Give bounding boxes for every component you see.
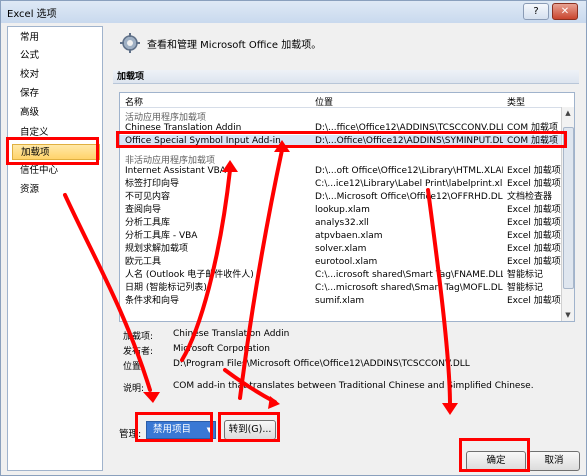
details-publisher-value: Microsoft Corporation: [173, 344, 270, 354]
sidebar-item-trust-center[interactable]: 信任中心: [12, 163, 100, 179]
scroll-up-icon[interactable]: ▲: [562, 107, 574, 119]
table-row[interactable]: 标签打印向导 C:\...ice12\Library\Label Print\l…: [120, 178, 562, 190]
row-location: solver.xlam: [315, 244, 367, 254]
details-location-value: D:\Program Files\Microsoft Office\Office…: [173, 359, 470, 369]
row-location: C:\...icrosoft shared\Smart Tag\FNAME.DL…: [315, 270, 503, 280]
row-name: 规划求解加载项: [125, 244, 189, 254]
title-bar: Excel 选项 ? ✕: [1, 1, 586, 23]
annotation-box-ok: [459, 438, 530, 472]
table-row[interactable]: Internet Assistant VBA D:\...oft Office\…: [120, 165, 562, 177]
table-row[interactable]: 查阅向导 lookup.xlam Excel 加载项: [120, 204, 562, 216]
row-location: D:\...oft Office\Office12\Library\HTML.X…: [315, 166, 503, 176]
addins-gear-icon: [120, 33, 140, 53]
details-location-label: 位置:: [123, 362, 145, 372]
row-type: 智能标记: [507, 283, 544, 293]
row-type: Excel 加载项: [507, 296, 561, 306]
table-row[interactable]: 规划求解加载项 solver.xlam Excel 加载项: [120, 243, 562, 255]
table-row[interactable]: 条件求和向导 sumif.xlam Excel 加载项: [120, 295, 562, 307]
main-panel: 查看和管理 Microsoft Office 加载项。 加载项 名称 位置 类型…: [109, 26, 583, 471]
row-name: 不可见内容: [125, 192, 171, 202]
row-type: Excel 加载项: [507, 244, 561, 254]
scroll-down-icon[interactable]: ▼: [562, 309, 574, 321]
row-type: 文档检查器: [507, 192, 553, 202]
page-header-text: 查看和管理 Microsoft Office 加载项。: [147, 40, 322, 51]
column-header-location[interactable]: 位置: [315, 95, 333, 108]
row-type: Excel 加载项: [507, 231, 561, 241]
annotation-box-row: [116, 131, 567, 148]
details-description-label: 说明:: [123, 384, 145, 394]
annotation-box-manage: [135, 412, 213, 442]
table-header: 名称 位置 类型: [120, 93, 574, 108]
row-location: C:\...ice12\Library\Label Print\labelpri…: [315, 179, 503, 189]
row-location: analys32.xll: [315, 218, 369, 228]
sidebar-item-save[interactable]: 保存: [12, 86, 100, 102]
row-location: eurotool.xlam: [315, 257, 378, 267]
column-header-type[interactable]: 类型: [507, 95, 525, 108]
details-publisher-label: 发布者:: [123, 347, 154, 357]
table-row[interactable]: 日期 (智能标记列表) C:\...microsoft shared\Smart…: [120, 282, 562, 294]
table-row[interactable]: 不可见内容 D:\...Microsoft Office\Office12\OF…: [120, 191, 562, 203]
row-type: Excel 加载项: [507, 205, 561, 215]
help-button[interactable]: ?: [523, 3, 549, 20]
sidebar-item-proofing[interactable]: 校对: [12, 67, 100, 83]
column-header-name[interactable]: 名称: [125, 95, 143, 108]
row-name: 查阅向导: [125, 205, 162, 215]
section-label: 加载项: [113, 70, 579, 84]
window-title: Excel 选项: [7, 9, 57, 20]
row-type: Excel 加载项: [507, 257, 561, 267]
sidebar-item-formulas[interactable]: 公式: [12, 48, 100, 64]
row-name: 日期 (智能标记列表): [125, 283, 207, 293]
row-type: 智能标记: [507, 270, 544, 280]
table-row[interactable]: 分析工具库 analys32.xll Excel 加载项: [120, 217, 562, 229]
sidebar-item-popular[interactable]: 常用: [12, 30, 100, 46]
close-button[interactable]: ✕: [552, 3, 578, 20]
annotation-box-sidebar: [6, 137, 99, 165]
row-name: 欧元工具: [125, 257, 162, 267]
table-row[interactable]: 分析工具库 - VBA atpvbaen.xlam Excel 加载项: [120, 230, 562, 242]
row-name: 分析工具库: [125, 218, 171, 228]
addins-table: 名称 位置 类型 活动应用程序加载项 Chinese Translation A…: [119, 92, 575, 322]
excel-options-window: Excel 选项 ? ✕ 常用 公式 校对 保存 高级 自定义 加载项 信任中心…: [0, 0, 587, 476]
details-addin-label: 加载项:: [123, 332, 154, 342]
row-type: Excel 加载项: [507, 166, 561, 176]
details-description-value: COM add-in that translates between Tradi…: [173, 381, 534, 391]
sidebar-item-resources[interactable]: 资源: [12, 182, 100, 198]
sidebar: 常用 公式 校对 保存 高级 自定义 加载项 信任中心 资源: [7, 26, 103, 471]
table-row[interactable]: 欧元工具 eurotool.xlam Excel 加载项: [120, 256, 562, 268]
row-location: D:\...Microsoft Office\Office12\OFFRHD.D…: [315, 192, 503, 202]
row-name: 条件求和向导: [125, 296, 180, 306]
row-name: 人名 (Outlook 电子邮件收件人): [125, 270, 254, 280]
details-addin-value: Chinese Translation Addin: [173, 329, 290, 339]
table-row[interactable]: 人名 (Outlook 电子邮件收件人) C:\...icrosoft shar…: [120, 269, 562, 281]
row-location: C:\...microsoft shared\Smart Tag\MOFL.DL…: [315, 283, 503, 293]
row-location: atpvbaen.xlam: [315, 231, 383, 241]
row-location: lookup.xlam: [315, 205, 370, 215]
row-name: 分析工具库 - VBA: [125, 231, 198, 241]
row-location: sumif.xlam: [315, 296, 365, 306]
annotation-box-goto: [218, 412, 280, 442]
row-type: Excel 加载项: [507, 218, 561, 228]
row-type: Excel 加载项: [507, 179, 561, 189]
scroll-thumb[interactable]: [563, 127, 574, 289]
row-name: 标签打印向导: [125, 179, 180, 189]
row-name: Internet Assistant VBA: [125, 166, 226, 176]
addin-details: 加载项: Chinese Translation Addin 发布者: Micr…: [119, 326, 579, 406]
sidebar-item-advanced[interactable]: 高级: [12, 105, 100, 121]
cancel-button[interactable]: 取消: [528, 451, 580, 471]
